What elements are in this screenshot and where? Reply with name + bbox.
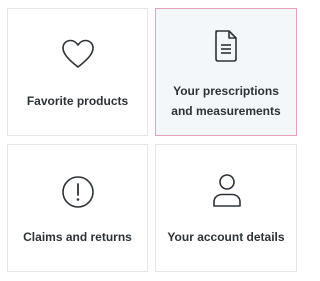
prescriptions-measurements-card[interactable]: Your prescriptions and measurements <box>155 8 297 136</box>
prescriptions-measurements-label: Your prescriptions and measurements <box>171 84 281 118</box>
account-details-label: Your account details <box>167 230 285 244</box>
document-icon <box>215 30 237 62</box>
claims-returns-label: Claims and returns <box>23 230 132 244</box>
claims-returns-card[interactable]: Claims and returns <box>7 144 148 272</box>
account-details-card[interactable]: Your account details <box>155 144 297 272</box>
account-menu-grid: Favorite products Your prescriptions and… <box>0 0 304 281</box>
user-icon <box>213 174 241 207</box>
heart-icon <box>62 39 94 68</box>
favorite-products-card[interactable]: Favorite products <box>7 8 148 136</box>
favorite-products-label: Favorite products <box>26 94 129 108</box>
exclamation-circle-icon <box>62 176 94 208</box>
